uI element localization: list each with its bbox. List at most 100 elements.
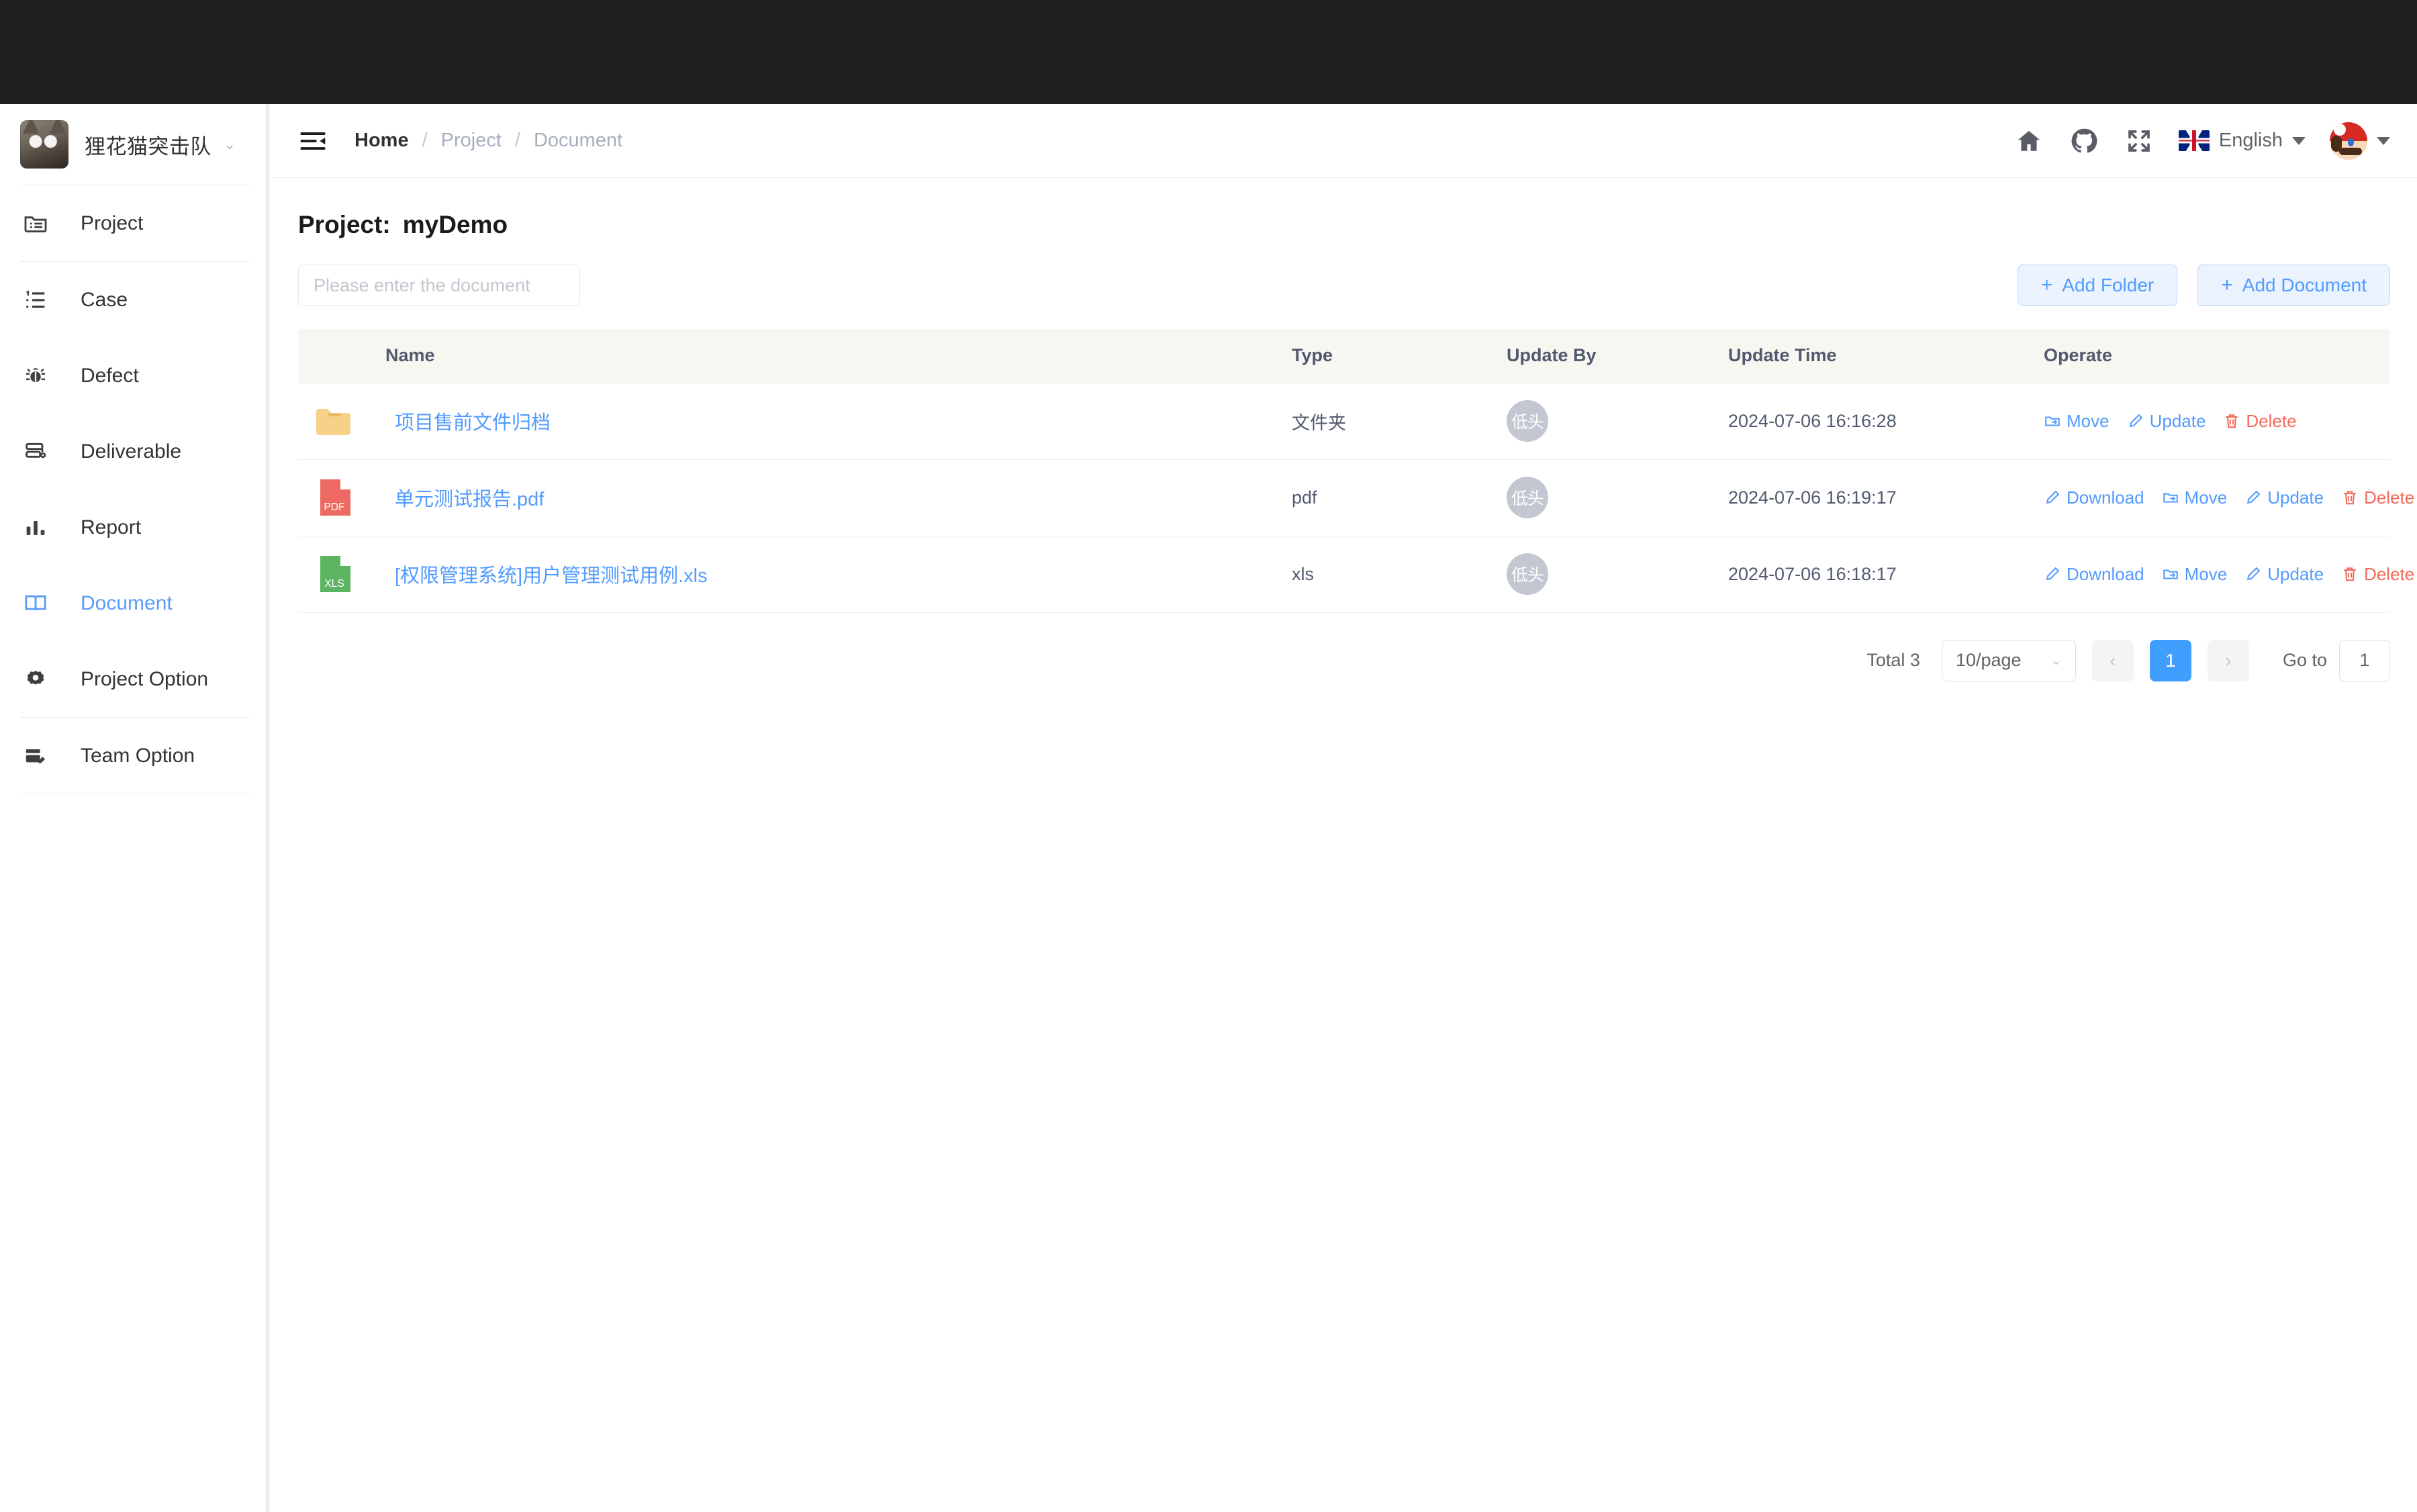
- download-action[interactable]: Download: [2044, 487, 2144, 508]
- github-icon[interactable]: [2069, 126, 2099, 156]
- update-action[interactable]: Update: [2244, 487, 2324, 508]
- delete-action[interactable]: Delete: [2341, 487, 2414, 508]
- workspace-name: 狸花猫突击队: [85, 134, 211, 158]
- sidebar: 狸花猫突击队 ⌄ Project Case Defect Deliverable…: [0, 104, 270, 1512]
- download-action[interactable]: Download: [2044, 564, 2144, 585]
- add-folder-button[interactable]: + Add Folder: [2017, 265, 2178, 306]
- uk-flag-icon: [2178, 130, 2210, 151]
- page-title-label: Project:: [298, 211, 391, 238]
- download-label: Download: [2067, 563, 2144, 584]
- page-size-value: 10/page: [1955, 650, 2022, 670]
- pdf-file-icon: PDF: [310, 473, 359, 522]
- update-action[interactable]: Update: [2127, 411, 2206, 432]
- folder-icon: [310, 397, 359, 445]
- folder-list-icon: [20, 208, 51, 239]
- move-label: Move: [2184, 487, 2228, 508]
- move-action[interactable]: Move: [2162, 487, 2228, 508]
- sidebar-item-label: Case: [81, 288, 128, 311]
- page-number-1[interactable]: 1: [2149, 639, 2191, 681]
- breadcrumb-separator: /: [422, 130, 428, 151]
- workspace-switcher[interactable]: 狸花猫突击队 ⌄: [0, 104, 270, 185]
- sidebar-item-report[interactable]: Report: [0, 489, 270, 565]
- sidebar-item-label: Defect: [81, 364, 139, 387]
- sidebar-item-case[interactable]: Case: [0, 262, 270, 338]
- delete-action[interactable]: Delete: [2223, 410, 2297, 432]
- sidebar-item-deliverable[interactable]: Deliverable: [0, 414, 270, 489]
- ordered-list-icon: [20, 285, 51, 316]
- cell-name: XLS [权限管理系统]用户管理测试用例.xls: [298, 536, 1292, 613]
- goto-page-input[interactable]: [2339, 639, 2390, 681]
- cell-operate: Move Update Delete: [2044, 383, 2390, 460]
- avatar: 低头: [1507, 477, 1548, 518]
- sidebar-item-team-option[interactable]: Team Option: [0, 718, 270, 794]
- cell-type: xls: [1292, 536, 1507, 613]
- add-document-button[interactable]: + Add Document: [2197, 265, 2390, 306]
- sidebar-item-project[interactable]: Project: [0, 185, 270, 261]
- cell-update-time: 2024-07-06 16:19:17: [1728, 459, 2044, 536]
- menu-fold-icon[interactable]: [298, 126, 328, 156]
- goto-label: Go to: [2282, 650, 2327, 670]
- update-label: Update: [2267, 563, 2324, 584]
- move-label: Move: [2184, 563, 2228, 584]
- cell-update-time: 2024-07-06 16:16:28: [1728, 383, 2044, 460]
- toolbar-buttons: + Add Folder + Add Document: [2017, 265, 2390, 306]
- cat-avatar: [20, 120, 68, 169]
- main-content: Project: myDemo + Add Folder + Add Docum…: [271, 179, 2417, 1512]
- cell-update-time: 2024-07-06 16:18:17: [1728, 536, 2044, 613]
- team-edit-icon: [20, 741, 51, 771]
- svg-text:XLS: XLS: [324, 578, 344, 589]
- sidebar-item-label: Document: [81, 592, 173, 614]
- document-name-link[interactable]: 项目售前文件归档: [395, 407, 551, 435]
- download-label: Download: [2067, 487, 2144, 508]
- add-document-label: Add Document: [2242, 275, 2367, 295]
- next-page-button[interactable]: ›: [2207, 639, 2249, 681]
- svg-text:PDF: PDF: [324, 502, 344, 513]
- cell-name: PDF 单元测试报告.pdf: [298, 459, 1292, 536]
- update-label: Update: [2149, 410, 2206, 431]
- chevron-down-icon: [2292, 136, 2306, 145]
- move-action[interactable]: Move: [2162, 563, 2228, 585]
- cell-update-by: 低头: [1507, 459, 1728, 536]
- search-input[interactable]: [298, 265, 580, 306]
- table-row: PDF 单元测试报告.pdf pdf 低头 2024-07-06 16:19:1…: [298, 459, 2414, 536]
- breadcrumb: Home / Project / Document: [354, 130, 622, 152]
- prev-page-button[interactable]: ‹: [2091, 639, 2134, 681]
- language-selector[interactable]: English: [2178, 130, 2306, 152]
- avatar: [2330, 122, 2367, 160]
- delete-action[interactable]: Delete: [2341, 564, 2414, 585]
- column-header-operate: Operate: [2044, 329, 2390, 383]
- sidebar-item-project-option[interactable]: Project Option: [0, 641, 270, 717]
- sidebar-item-label: Report: [81, 516, 142, 538]
- sidebar-item-document[interactable]: Document: [0, 565, 270, 641]
- delete-label: Delete: [2246, 410, 2297, 431]
- avatar: 低头: [1507, 400, 1548, 442]
- page-size-select[interactable]: 10/page ⌄: [1941, 639, 2076, 681]
- add-folder-label: Add Folder: [2062, 275, 2154, 295]
- update-label: Update: [2267, 487, 2324, 508]
- app-header: Home / Project / Document English: [271, 104, 2417, 178]
- home-icon[interactable]: [2013, 126, 2044, 156]
- bar-chart-icon: [20, 512, 51, 543]
- document-name-link[interactable]: [权限管理系统]用户管理测试用例.xls: [395, 560, 708, 588]
- breadcrumb-home[interactable]: Home: [354, 130, 409, 152]
- avatar: 低头: [1507, 553, 1548, 595]
- document-table: Name Type Update By Update Time Operate: [298, 329, 2414, 613]
- user-menu[interactable]: [2330, 122, 2390, 160]
- update-action[interactable]: Update: [2244, 564, 2324, 585]
- cell-type: pdf: [1292, 459, 1507, 536]
- move-label: Move: [2067, 410, 2110, 431]
- plus-icon: +: [2221, 274, 2233, 296]
- chevron-down-icon[interactable]: ⌄: [224, 137, 236, 152]
- move-action[interactable]: Move: [2044, 411, 2110, 432]
- cell-type: 文件夹: [1292, 383, 1507, 460]
- breadcrumb-project[interactable]: Project: [441, 130, 502, 152]
- cell-update-by: 低头: [1507, 383, 1728, 460]
- pagination: Total 3 10/page ⌄ ‹ 1 › Go to: [298, 639, 2390, 681]
- sidebar-item-label: Deliverable: [81, 440, 182, 463]
- document-name-link[interactable]: 单元测试报告.pdf: [395, 483, 544, 512]
- table-header-row: Name Type Update By Update Time Operate: [298, 329, 2390, 383]
- fullscreen-icon[interactable]: [2124, 126, 2154, 156]
- gear-icon: [20, 664, 51, 695]
- sidebar-item-defect[interactable]: Defect: [0, 338, 270, 414]
- book-icon: [20, 588, 51, 619]
